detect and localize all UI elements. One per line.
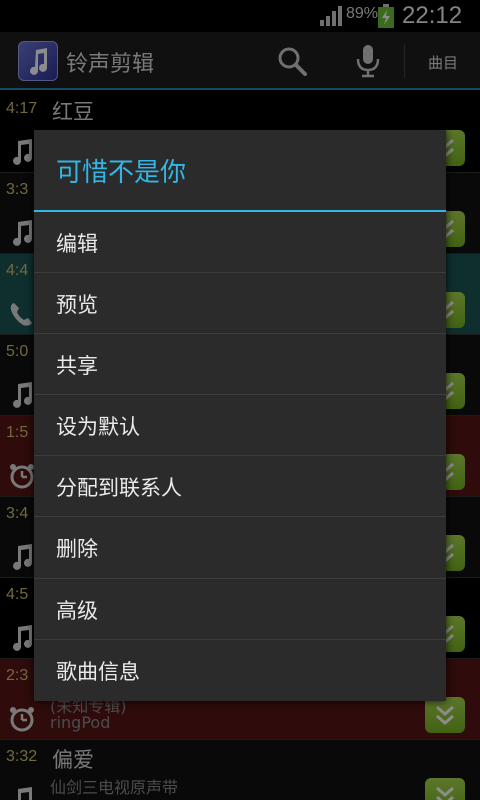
dialog-menu-item-label: 共享 [56,354,98,379]
context-menu-dialog: 可惜不是你 编辑预览共享设为默认分配到联系人 删除高级歌曲信息 [34,130,446,701]
dialog-title: 可惜不是你 [56,158,187,188]
dialog-menu-item-label: 设为默认 [56,415,140,440]
dialog-menu-item-label: 预览 [56,293,98,318]
dialog-menu-item-label: 高级 [56,598,98,623]
dialog-menu-item[interactable]: 编辑 [34,212,446,274]
dialog-menu-item-label: 删除 [56,537,98,562]
dialog-menu-item-label: 歌曲信息 [56,659,140,684]
dialog-menu-item[interactable]: 歌曲信息 [34,640,446,701]
dialog-menu-item[interactable]: 高级 [34,579,446,640]
dialog-menu-item[interactable]: 删除 [34,517,446,579]
dialog-menu-item-label: 分配到联系人 [56,476,182,501]
dialog-menu-item-label: 编辑 [56,232,98,256]
dialog-menu-items: 编辑预览共享设为默认分配到联系人 删除高级歌曲信息 [34,212,446,701]
dialog-menu-item[interactable]: 设为默认 [34,395,446,457]
dialog-menu-item[interactable]: 分配到联系人 [34,456,446,518]
dialog-menu-item[interactable]: 预览 [34,273,446,335]
dialog-menu-item[interactable]: 共享 [34,334,446,396]
